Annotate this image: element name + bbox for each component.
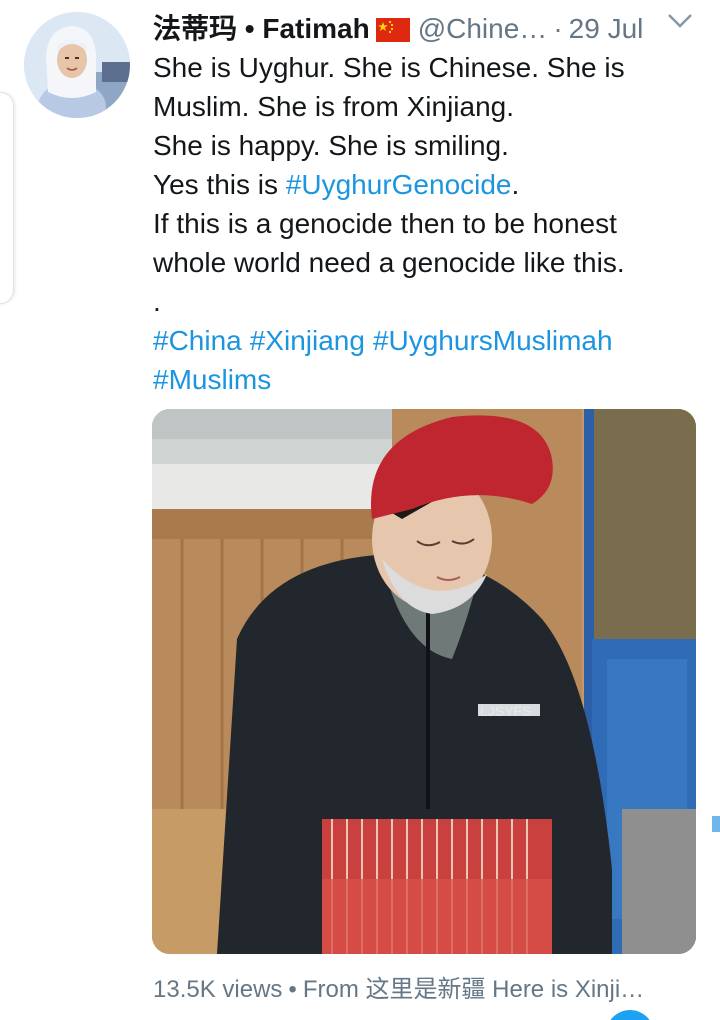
author-handle[interactable]: @Chine… [418, 13, 548, 44]
line4-suffix: . [511, 169, 520, 200]
tweet-line-3: She is happy. She is smiling. [153, 130, 509, 161]
line4-prefix: Yes this is [153, 169, 286, 200]
tweet-line-1: She is Uyghur. She is Chinese. She is [153, 52, 625, 83]
avatar-image [24, 12, 130, 118]
side-panel-edge [0, 92, 14, 304]
tweet-line-2: Muslim. She is from Xinjiang. [153, 91, 515, 122]
tweet-footer: 13.5K views • From 这里是新疆 Here is Xinji… [153, 972, 693, 1008]
video-source[interactable]: From 这里是新疆 Here is Xinji… [303, 976, 644, 1003]
header-separator: · [553, 13, 563, 44]
view-count: 13.5K views [153, 976, 283, 1003]
jacket-brand-text: LJSYFS [480, 703, 531, 719]
hashtag-list: #China #Xinjiang #UyghursMuslimah #Muslims [153, 321, 693, 399]
scrollbar-thumb[interactable] [712, 816, 720, 832]
media-image: LJSYFS [152, 409, 696, 954]
tweet-line-5: If this is a genocide then to be honest [153, 208, 617, 239]
tweet-screen: 法蒂玛 • Fatimah @Chine… · 29 Jul She is Uyghu… [0, 0, 720, 1020]
hashtag-uyghurs-muslimah[interactable]: #UyghursMuslimah [373, 325, 613, 356]
tweet-text: She is Uyghur. She is Chinese. She is Mu… [153, 48, 693, 321]
hashtag-xinjiang[interactable]: #Xinjiang [250, 325, 365, 356]
compose-fab[interactable] [606, 1010, 654, 1020]
tweet-line-6: whole world need a genocide like this. [153, 247, 625, 278]
hashtag-china[interactable]: #China [153, 325, 242, 356]
chevron-down-icon[interactable] [666, 12, 694, 35]
footer-separator: • [288, 976, 297, 1003]
tweet-header: 法蒂玛 • Fatimah @Chine… · 29 Jul [153, 8, 673, 50]
hashtag-muslims[interactable]: #Muslims [153, 364, 271, 395]
tweet-line-4: Yes this is #UyghurGenocide. [153, 165, 693, 204]
tweet-media-video[interactable]: LJSYFS [152, 409, 696, 954]
author-name[interactable]: 法蒂玛 • Fatimah [153, 13, 370, 44]
tweet-date[interactable]: 29 Jul [569, 13, 644, 44]
avatar[interactable] [24, 12, 130, 118]
hashtag-uyghur-genocide[interactable]: #UyghurGenocide [286, 169, 512, 200]
tweet-line-7: . [153, 286, 161, 317]
